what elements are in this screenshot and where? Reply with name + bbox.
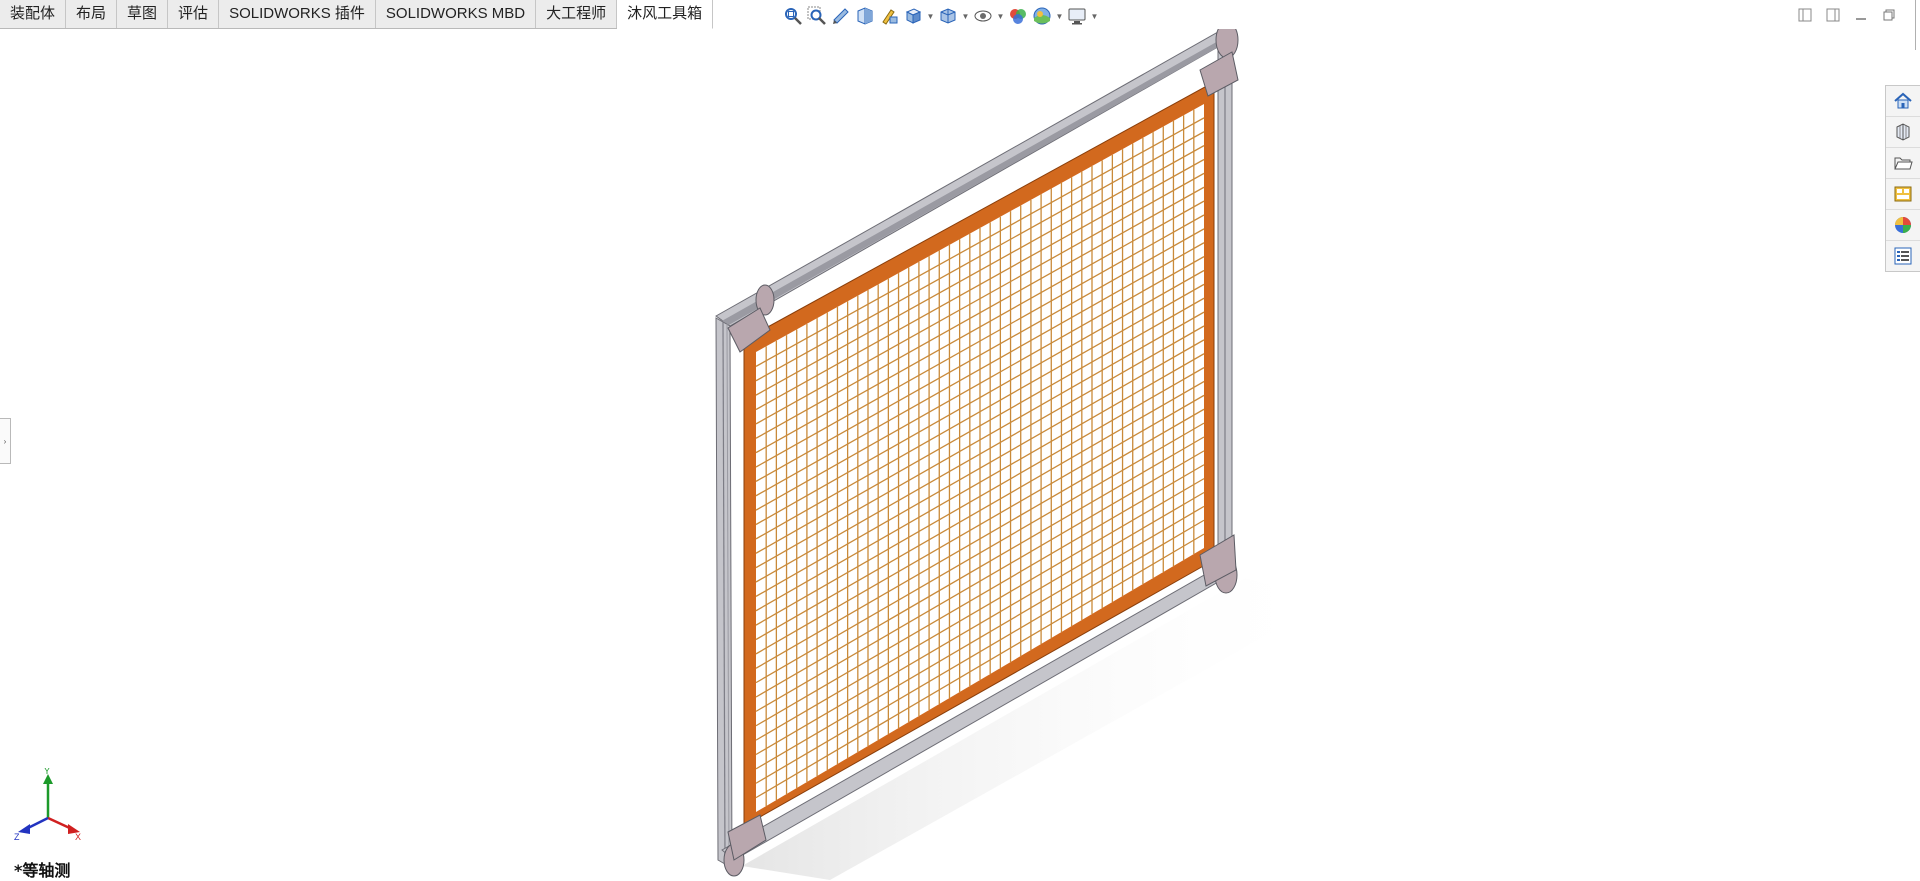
tab-4[interactable]: SOLIDWORKS 插件 bbox=[219, 0, 376, 28]
tab-6[interactable]: 大工程师 bbox=[536, 0, 618, 28]
display-style-icon[interactable] bbox=[937, 5, 959, 27]
tab-5[interactable]: SOLIDWORKS MBD bbox=[375, 0, 537, 28]
heads-up-view-toolbar: ▼ ▼ ▼ ▼ ▼ bbox=[782, 4, 1099, 28]
fence-panel-model bbox=[715, 29, 1330, 880]
view-orientation-name: *等轴测 bbox=[14, 861, 71, 880]
graphics-area[interactable] bbox=[0, 29, 1920, 881]
bottom-left-plate bbox=[727, 814, 767, 861]
tab-3[interactable]: 评估 bbox=[168, 0, 220, 28]
command-manager-tabs: 装配体 布局 草图 评估 SOLIDWORKS 插件 SOLIDWORKS MBD 大工程师… bbox=[0, 0, 714, 29]
section-view-icon[interactable] bbox=[854, 5, 876, 27]
tab-1[interactable]: 布局 bbox=[66, 0, 118, 28]
view-settings-icon[interactable] bbox=[1066, 5, 1088, 27]
zoom-to-fit-icon[interactable] bbox=[782, 5, 804, 27]
tile-left-icon[interactable] bbox=[1796, 6, 1814, 24]
triad-x-label: X bbox=[75, 832, 81, 840]
top-right-bracket bbox=[1215, 29, 1239, 59]
window-controls bbox=[1796, 6, 1898, 24]
view-orientation-icon[interactable] bbox=[902, 5, 924, 27]
apply-scene-icon[interactable] bbox=[1031, 5, 1053, 27]
tab-7[interactable]: 沐风工具箱 bbox=[617, 0, 714, 29]
restore-icon[interactable] bbox=[1880, 6, 1898, 24]
previous-view-icon[interactable] bbox=[830, 5, 852, 27]
edit-appearance-icon[interactable] bbox=[1007, 5, 1029, 27]
triad-z-arrow-icon bbox=[18, 824, 30, 834]
triad-y-label: Y bbox=[44, 768, 50, 776]
display-style-dropdown-icon[interactable]: ▼ bbox=[961, 5, 970, 27]
tile-right-icon[interactable] bbox=[1824, 6, 1842, 24]
apply-scene-dropdown-icon[interactable]: ▼ bbox=[1055, 5, 1064, 27]
reference-triad: Y X Z bbox=[14, 768, 81, 840]
minimize-icon[interactable] bbox=[1852, 6, 1870, 24]
tab-2[interactable]: 草图 bbox=[117, 0, 169, 28]
hide-show-items-icon[interactable] bbox=[972, 5, 994, 27]
tab-0[interactable]: 装配体 bbox=[0, 0, 67, 28]
view-orientation-dropdown-icon[interactable]: ▼ bbox=[926, 5, 935, 27]
triad-z-label: Z bbox=[14, 832, 20, 840]
zoom-to-area-icon[interactable] bbox=[806, 5, 828, 27]
dynamic-annotation-icon[interactable] bbox=[878, 5, 900, 27]
view-settings-dropdown-icon[interactable]: ▼ bbox=[1090, 5, 1099, 27]
hide-show-dropdown-icon[interactable]: ▼ bbox=[996, 5, 1005, 27]
